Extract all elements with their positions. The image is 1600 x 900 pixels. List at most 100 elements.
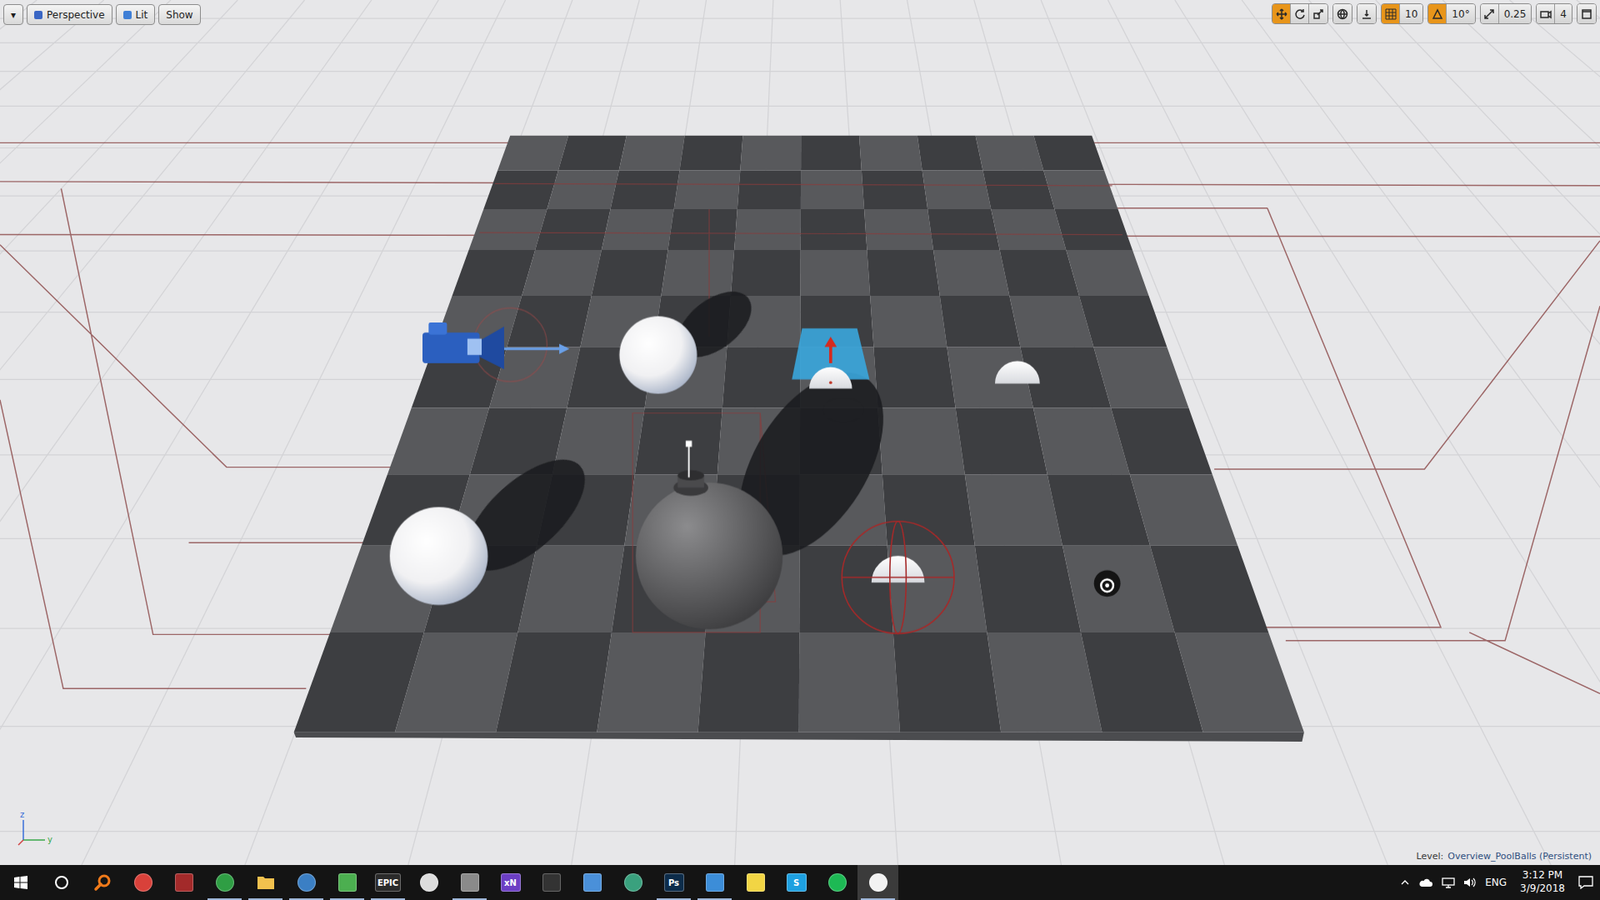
app-icon — [542, 873, 561, 892]
app-icon: EPIC — [375, 873, 401, 892]
scale-button[interactable] — [1309, 4, 1328, 24]
taskbar-app[interactable] — [735, 865, 776, 900]
taskbar-app[interactable] — [449, 865, 490, 900]
pool-ball-sphere[interactable] — [390, 506, 489, 605]
app-icon: Ps — [664, 873, 685, 892]
view-mode-button[interactable]: Perspective — [26, 4, 113, 25]
mode-icon — [123, 10, 132, 20]
surface-snap-icon — [1360, 8, 1373, 20]
coordinate-space-button[interactable] — [1333, 4, 1352, 24]
windows-logo-icon — [14, 875, 28, 890]
translate-icon — [1275, 8, 1288, 20]
svg-text:y: y — [47, 835, 53, 845]
app-icon — [134, 873, 153, 892]
translate-button[interactable] — [1272, 4, 1291, 24]
app-icon — [624, 873, 643, 892]
taskbar: EPIC xN Ps S ENG 3:12 PM3/9/2018 — [0, 865, 1600, 900]
app-icon — [869, 873, 888, 892]
viewport-menu-button[interactable]: Show — [158, 4, 200, 25]
clock[interactable]: 3:12 PM3/9/2018 — [1515, 869, 1570, 895]
current-level-label: Level:Overview_PoolBalls (Persistent) — [1416, 850, 1592, 862]
selected-half-sphere[interactable] — [791, 328, 870, 389]
scale-snap-icon — [1483, 8, 1495, 20]
checkerboard-floor[interactable] — [294, 135, 1305, 742]
editor-viewport[interactable]: ▾PerspectiveLitShow1010°0.254zyLevel:Ove… — [0, 0, 1600, 865]
taskbar-app[interactable] — [245, 865, 286, 900]
scale-snap-button[interactable] — [1480, 4, 1500, 24]
surface-snap-button[interactable] — [1357, 4, 1376, 24]
app-icon — [338, 873, 357, 892]
mode-icon — [34, 10, 43, 20]
language-indicator[interactable]: ENG — [1485, 876, 1507, 889]
taskbar-app[interactable] — [285, 865, 327, 900]
toolbar-group — [1356, 3, 1377, 25]
toolbar-group — [1576, 3, 1597, 25]
start-button[interactable] — [0, 865, 41, 900]
taskbar-app[interactable] — [408, 865, 450, 900]
toolbar-group — [1271, 3, 1329, 25]
taskbar-app[interactable]: Ps — [653, 865, 695, 900]
taskbar-app[interactable] — [612, 865, 654, 900]
app-icon — [175, 873, 194, 892]
taskbar-app[interactable] — [857, 865, 899, 900]
app-icon — [705, 873, 725, 892]
taskbar-app[interactable] — [571, 865, 613, 900]
camera-speed-value[interactable]: 4 — [1555, 4, 1572, 24]
cortana-icon — [54, 875, 70, 890]
axis-gizmo: zy — [11, 806, 62, 849]
maximize-button[interactable] — [1577, 4, 1596, 24]
taskbar-app[interactable]: S — [775, 865, 817, 900]
scale-snap-value[interactable]: 0.25 — [1499, 4, 1532, 24]
svg-text:z: z — [20, 810, 25, 820]
cloud-icon[interactable] — [1418, 877, 1434, 888]
volume-icon[interactable] — [1463, 876, 1477, 889]
app-icon: xN — [500, 873, 521, 892]
floor-wireframe — [480, 183, 1123, 633]
rotation-snap-button[interactable] — [1428, 4, 1447, 24]
app-icon — [420, 873, 439, 892]
taskbar-app[interactable]: EPIC — [367, 865, 409, 900]
scale-icon — [1312, 8, 1325, 20]
app-icon — [460, 873, 480, 892]
grid-icon — [1385, 8, 1397, 20]
camera-icon — [1540, 8, 1552, 20]
chevron-up-icon[interactable] — [1400, 877, 1410, 888]
taskbar-app[interactable] — [530, 865, 572, 900]
taskbar-app[interactable] — [694, 865, 735, 900]
view-mode-button[interactable]: Lit — [115, 4, 156, 25]
screen: ▾PerspectiveLitShow1010°0.254zyLevel:Ove… — [0, 0, 1600, 900]
target-point-icon[interactable] — [1094, 570, 1121, 597]
rotation-snap-value[interactable]: 10° — [1446, 4, 1475, 24]
camera-actor-icon[interactable] — [422, 308, 570, 382]
taskbar-app[interactable] — [122, 865, 164, 900]
level-viewport-scene[interactable] — [0, 0, 1600, 865]
toolbar-group — [1332, 3, 1353, 25]
taskbar-app[interactable] — [204, 865, 245, 900]
taskbar-app[interactable] — [816, 865, 858, 900]
pool-ball-sphere[interactable] — [619, 315, 697, 394]
maximize-icon — [1580, 8, 1593, 20]
viewport-menu-button[interactable]: ▾ — [3, 4, 24, 25]
viewport-right-toolbar: 10 10° 0.25 4 — [1271, 3, 1597, 25]
grid-snap-value[interactable]: 10 — [1400, 4, 1423, 24]
notification-icon[interactable] — [1578, 875, 1594, 890]
network-icon[interactable] — [1441, 876, 1455, 889]
toolbar-group: 10° — [1427, 3, 1475, 25]
app-icon — [583, 873, 602, 892]
bomb-mesh[interactable] — [635, 440, 783, 630]
rotate-button[interactable] — [1290, 4, 1310, 24]
taskbar-app[interactable] — [163, 865, 205, 900]
half-sphere[interactable] — [995, 360, 1040, 384]
taskbar-app[interactable]: xN — [490, 865, 531, 900]
angle-icon — [1431, 8, 1444, 20]
taskbar-app[interactable] — [326, 865, 368, 900]
system-tray: ENG 3:12 PM3/9/2018 — [1393, 865, 1600, 900]
grid-snap-button[interactable] — [1381, 4, 1400, 24]
toolbar-group: 4 — [1535, 3, 1573, 25]
background-grid — [0, 0, 1600, 865]
half-sphere-with-trigger[interactable] — [841, 520, 955, 634]
taskbar-app[interactable] — [81, 865, 123, 900]
app-icon — [297, 873, 316, 892]
camera-speed-button[interactable] — [1536, 4, 1555, 24]
cortana-button[interactable] — [40, 865, 82, 900]
